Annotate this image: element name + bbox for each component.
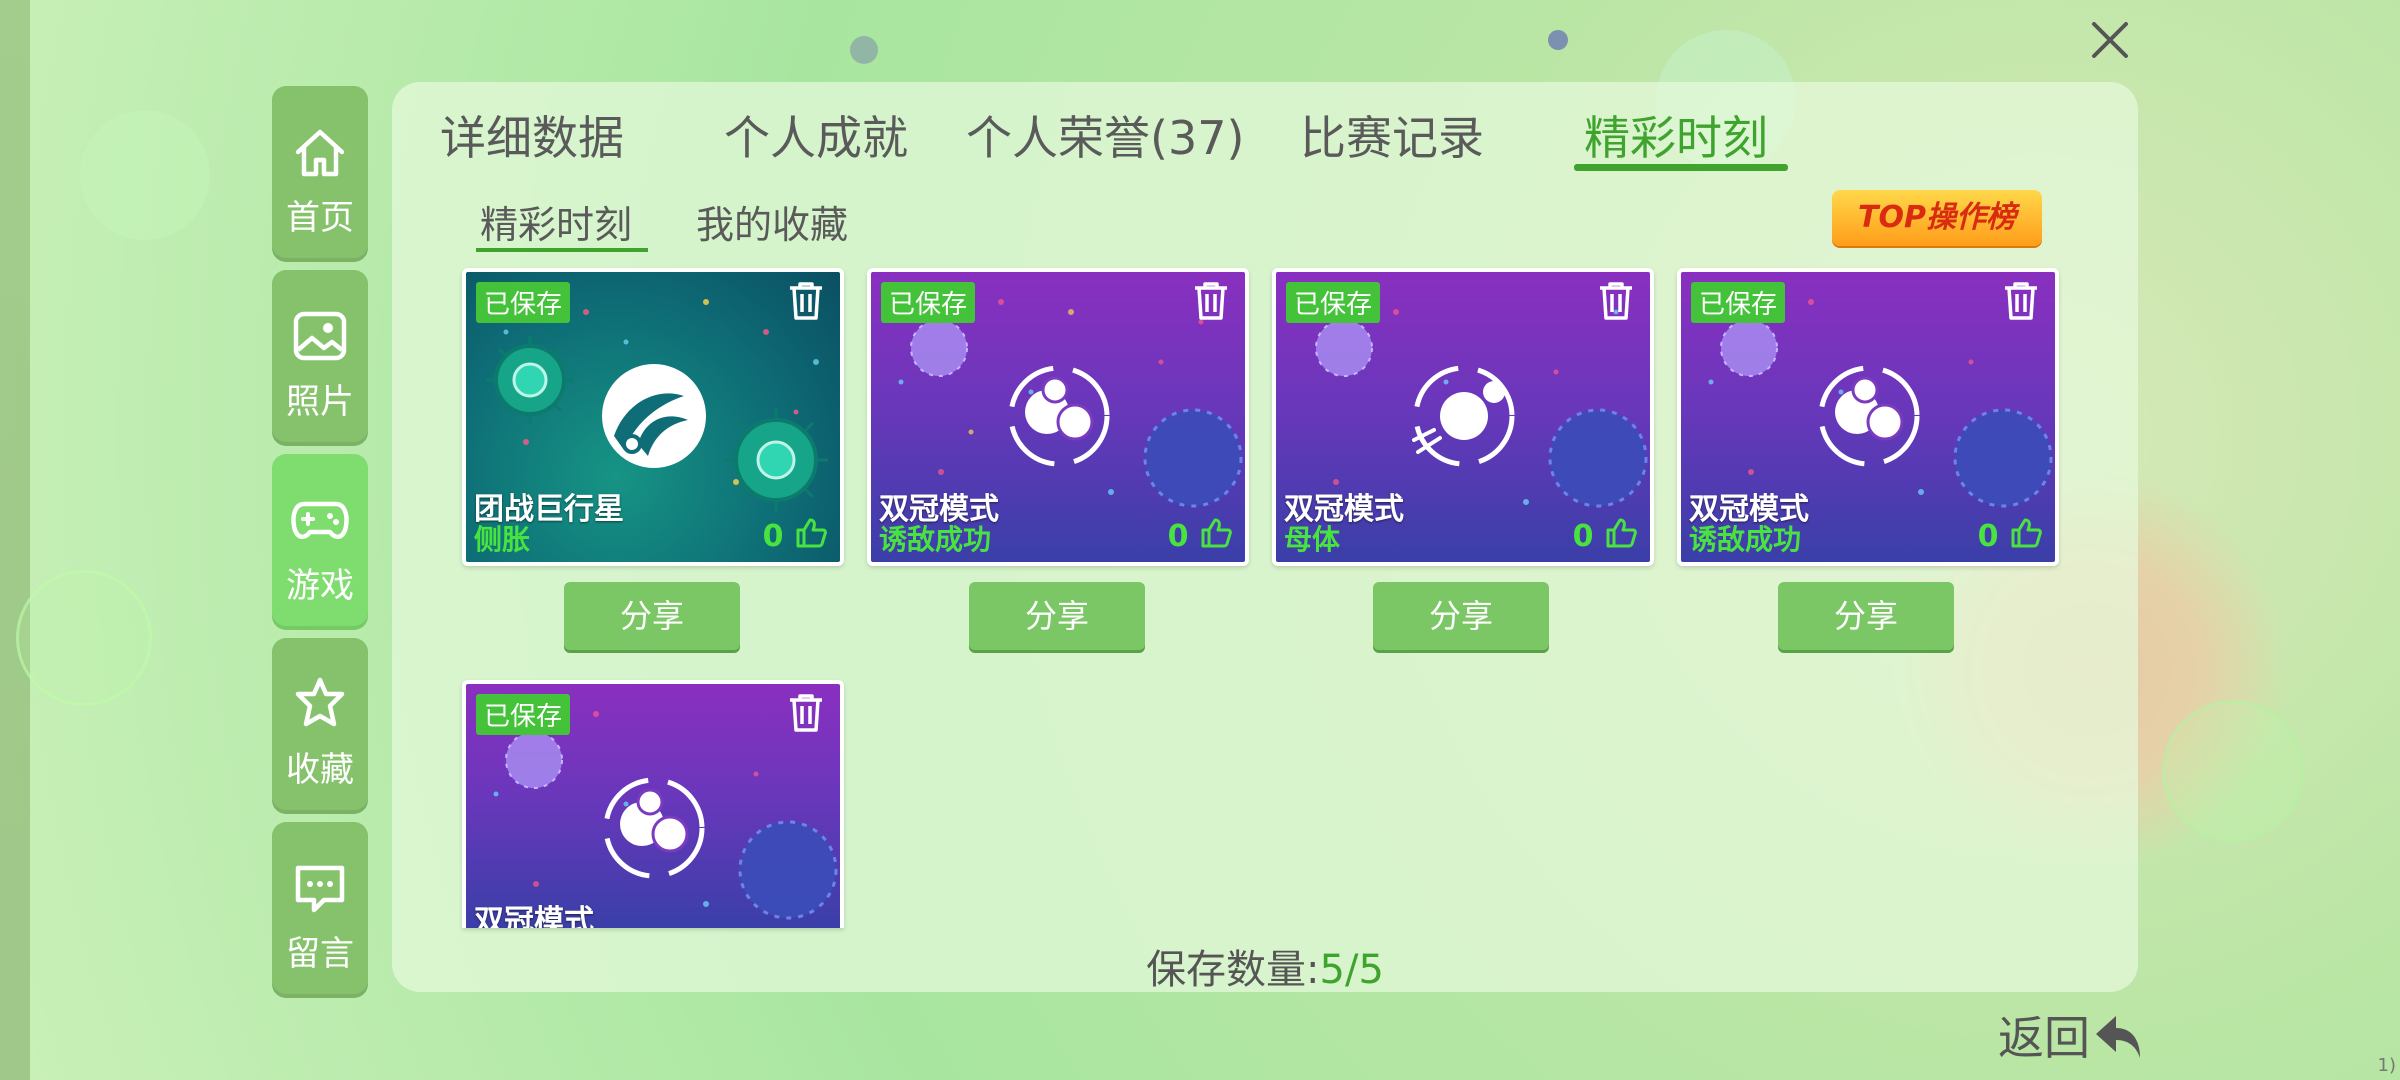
tab-match-records[interactable]: 比赛记录 — [1300, 102, 1484, 168]
subtab-my-favorites[interactable]: 我的收藏 — [696, 194, 848, 249]
highlight-type-label: 母体 — [1284, 523, 1341, 556]
main-panel: 详细数据 个人成就 个人荣誉(37) 比赛记录 精彩时刻 精彩时刻 我的收藏 T… — [392, 82, 2138, 995]
background-bubble — [16, 570, 152, 706]
share-button[interactable]: 分享 — [1778, 582, 1954, 650]
share-button[interactable]: 分享 — [969, 582, 1145, 650]
like-count[interactable]: 0 — [763, 516, 828, 554]
saved-badge: 已保存 — [1691, 282, 1786, 323]
subtab-highlights[interactable]: 精彩时刻 — [480, 194, 632, 249]
saved-badge: 已保存 — [881, 282, 976, 323]
nav-messages[interactable]: 留言 — [272, 822, 368, 998]
highlight-type-label: 诱敌成功 — [879, 523, 992, 556]
background-bubble — [2162, 700, 2304, 842]
thumbs-up-icon — [1201, 518, 1232, 548]
thumbs-up-icon — [1606, 518, 1637, 548]
highlight-card[interactable]: 已保存 双冠模式 — [462, 680, 844, 928]
corner-text: 1) — [2377, 1055, 2396, 1076]
tab-highlights[interactable]: 精彩时刻 — [1584, 102, 1768, 168]
active-tab-indicator — [1574, 164, 1788, 171]
thumbs-up-icon — [2011, 518, 2042, 548]
trash-icon[interactable] — [2001, 280, 2041, 322]
gamepad-icon — [290, 490, 350, 550]
game-mode-label: 双冠模式 — [474, 904, 594, 928]
trash-icon[interactable] — [786, 692, 826, 734]
close-icon — [2092, 22, 2128, 58]
like-count-value: 0 — [762, 519, 784, 554]
back-label: 返回 — [1998, 1011, 2090, 1065]
photo-icon — [290, 306, 350, 366]
background-bubble — [850, 36, 878, 64]
save-count: 保存数量:5/5 — [392, 937, 2138, 995]
share-button[interactable]: 分享 — [1373, 582, 1549, 650]
share-button[interactable]: 分享 — [564, 582, 740, 650]
nav-home[interactable]: 首页 — [272, 86, 368, 262]
tab-personal-honors[interactable]: 个人荣誉(37) — [966, 102, 1244, 168]
top-tabs: 详细数据 个人成就 个人荣誉(37) 比赛记录 精彩时刻 — [392, 102, 2138, 182]
nav-photos-label: 照片 — [286, 382, 354, 422]
home-icon — [290, 122, 350, 182]
like-count[interactable]: 0 — [1573, 516, 1638, 554]
highlight-card[interactable]: 已保存 双冠模式 诱敌成功 0 — [1677, 268, 2059, 566]
trash-icon[interactable] — [1596, 280, 1636, 322]
saved-badge: 已保存 — [476, 694, 571, 735]
close-button[interactable] — [2082, 12, 2138, 68]
like-count-value: 0 — [1977, 519, 1999, 554]
highlight-card[interactable]: 已保存 双冠模式 诱敌成功 0 — [867, 268, 1249, 566]
like-count-value: 0 — [1572, 519, 1594, 554]
nav-home-label: 首页 — [286, 198, 354, 238]
like-count[interactable]: 0 — [1978, 516, 2043, 554]
background-bubble — [80, 110, 210, 240]
top-operations-ranking-button[interactable]: TOP操作榜 — [1832, 190, 2042, 246]
highlight-card[interactable]: 已保存 双冠模式 母体 0 — [1272, 268, 1654, 566]
thumbs-up-icon — [796, 518, 827, 548]
nav-favorites[interactable]: 收藏 — [272, 638, 368, 814]
save-count-label: 保存数量: — [1146, 947, 1320, 993]
nav-photos[interactable]: 照片 — [272, 270, 368, 446]
star-icon — [290, 674, 350, 734]
message-icon — [290, 858, 350, 918]
return-arrow-icon — [2096, 1016, 2140, 1058]
trash-icon[interactable] — [786, 280, 826, 322]
saved-badge: 已保存 — [476, 282, 571, 323]
nav-games[interactable]: 游戏 — [272, 454, 368, 630]
nav-games-label: 游戏 — [286, 566, 354, 606]
side-navigation: 首页 照片 游戏 收藏 留言 — [272, 86, 368, 1006]
left-edge-strip — [0, 0, 30, 1080]
tab-personal-achievements[interactable]: 个人成就 — [724, 102, 908, 168]
highlight-type-label: 诱敌成功 — [1689, 523, 1802, 556]
background-bubble — [1548, 30, 1568, 50]
active-subtab-indicator — [476, 248, 648, 252]
tab-detailed-data[interactable]: 详细数据 — [440, 102, 624, 168]
like-count[interactable]: 0 — [1168, 516, 1233, 554]
saved-badge: 已保存 — [1286, 282, 1381, 323]
trash-icon[interactable] — [1191, 280, 1231, 322]
like-count-value: 0 — [1167, 519, 1189, 554]
nav-messages-label: 留言 — [286, 934, 354, 974]
nav-favorites-label: 收藏 — [286, 750, 354, 790]
highlight-card[interactable]: 已保存 团战巨行星 侧胀 0 — [462, 268, 844, 566]
save-count-value: 5/5 — [1319, 947, 1384, 993]
highlight-type-label: 侧胀 — [474, 523, 531, 556]
back-button[interactable]: 返回 — [1998, 1002, 2146, 1068]
